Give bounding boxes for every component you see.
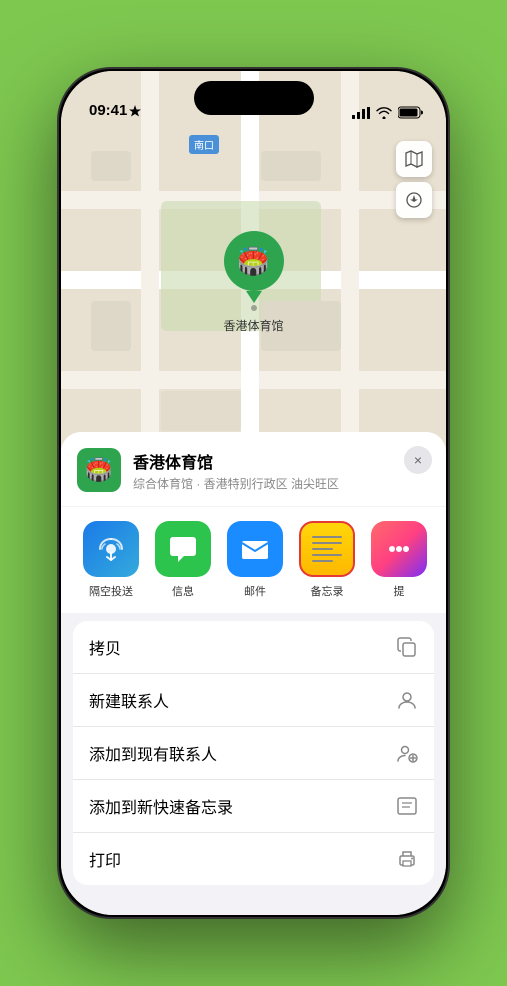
pin-shadow [250,305,256,311]
print-icon [396,848,418,870]
status-icons [352,106,424,119]
location-button[interactable] [396,182,432,218]
messages-icon [155,521,211,577]
action-copy[interactable]: 拷贝 [73,621,434,674]
location-pin: 🏟️ 香港体育馆 [223,231,283,334]
messages-label: 信息 [172,583,194,599]
action-add-contact-label: 添加到现有联系人 [89,741,217,765]
person-add-icon [396,742,418,764]
dynamic-island [194,81,314,115]
action-new-contact-label: 新建联系人 [89,688,169,712]
close-button[interactable]: × [404,446,432,474]
notes-label: 备忘录 [311,583,344,599]
more-label: 提 [394,583,405,599]
mail-label: 邮件 [244,583,266,599]
copy-icon [396,636,418,658]
map-street-label: 南口 [189,135,219,154]
action-add-contact[interactable]: 添加到现有联系人 [73,727,434,780]
action-list: 拷贝 新建联系人 [73,621,434,885]
share-row: 隔空投送 信息 [61,507,446,613]
pin-triangle [245,291,261,303]
action-quick-note-label: 添加到新快速备忘录 [89,794,233,818]
share-notes[interactable]: 备忘录 [291,521,363,599]
pin-label: 香港体育馆 [223,317,283,334]
share-airdrop[interactable]: 隔空投送 [75,521,147,599]
battery-icon [398,106,424,119]
note-icon [396,795,418,817]
mail-icon [227,521,283,577]
map-controls [396,141,432,218]
airdrop-label: 隔空投送 [89,583,133,599]
venue-icon: 🏟️ [77,448,121,492]
pin-icon: 🏟️ [223,231,283,291]
venue-info: 香港体育馆 综合体育馆 · 香港特别行政区 油尖旺区 [133,449,430,492]
action-copy-label: 拷贝 [89,635,121,659]
airdrop-icon [83,521,139,577]
compass-icon [405,191,423,209]
venue-name: 香港体育馆 [133,449,430,473]
share-mail[interactable]: 邮件 [219,521,291,599]
sheet-header: 🏟️ 香港体育馆 综合体育馆 · 香港特别行政区 油尖旺区 × [61,432,446,506]
more-icon [371,521,427,577]
map-icon [404,149,424,169]
time-label: 09:41 [89,102,127,119]
bottom-sheet: 🏟️ 香港体育馆 综合体育馆 · 香港特别行政区 油尖旺区 × [61,432,446,915]
person-icon [396,689,418,711]
location-icon [129,105,141,117]
action-quick-note[interactable]: 添加到新快速备忘录 [73,780,434,833]
wifi-icon [376,107,392,119]
signal-icon [352,107,370,119]
action-new-contact[interactable]: 新建联系人 [73,674,434,727]
map-type-button[interactable] [396,141,432,177]
action-print[interactable]: 打印 [73,833,434,885]
notes-icon [299,521,355,577]
share-more[interactable]: 提 [363,521,435,599]
venue-subtitle: 综合体育馆 · 香港特别行政区 油尖旺区 [133,475,430,492]
action-print-label: 打印 [89,847,121,871]
share-messages[interactable]: 信息 [147,521,219,599]
status-time: 09:41 [89,102,141,119]
notes-lines [312,536,342,562]
